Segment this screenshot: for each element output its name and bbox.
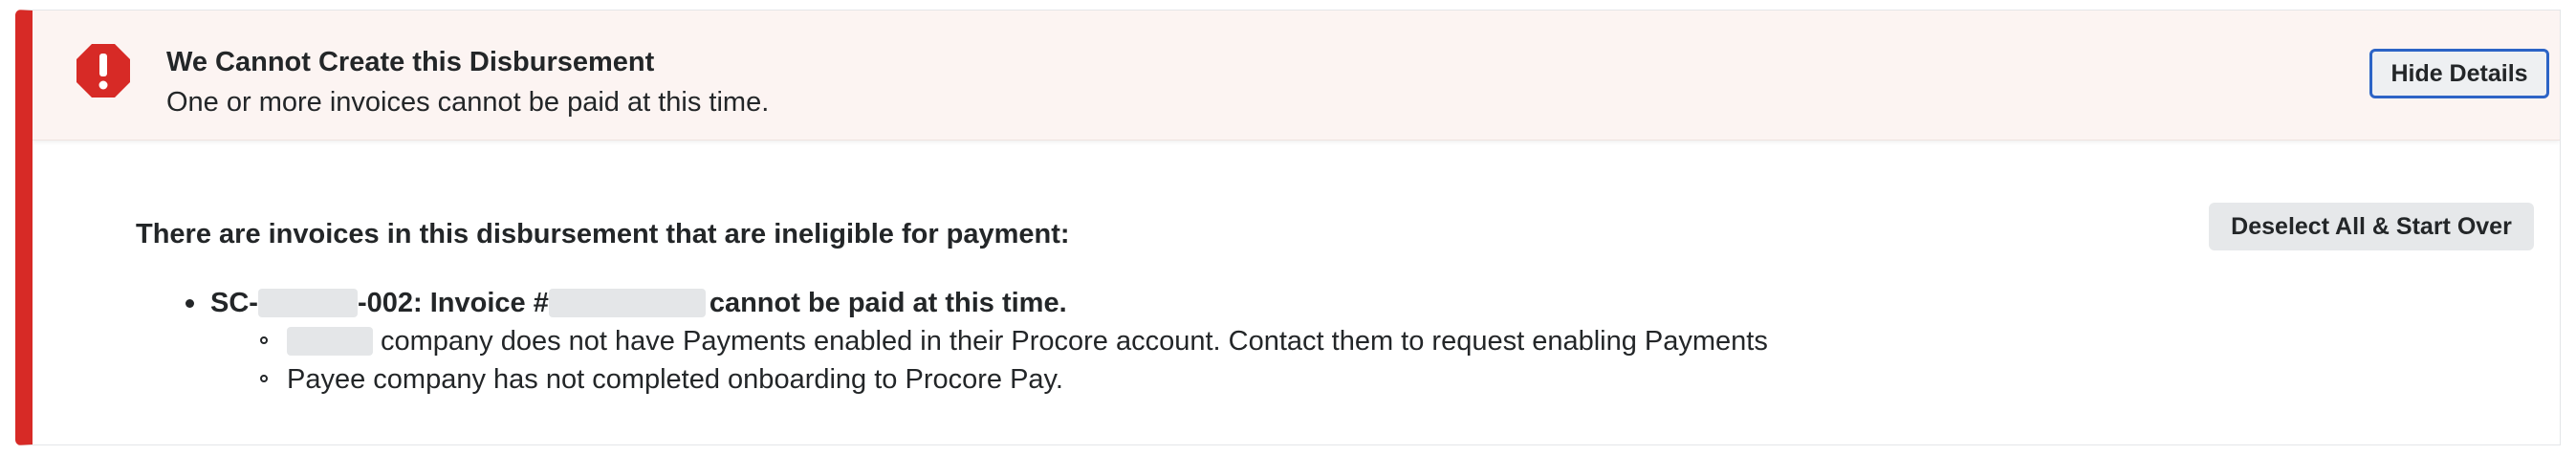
bullet-icon (186, 299, 194, 308)
invoice-middle: -002: Invoice # (357, 288, 549, 318)
banner-title: We Cannot Create this Disbursement (166, 47, 655, 77)
deselect-all-button[interactable]: Deselect All & Start Over (2209, 203, 2534, 250)
invoice-line: SC- -002: Invoice # cannot be paid at th… (210, 284, 2560, 322)
redacted-block (257, 289, 358, 317)
ineligible-heading: There are invoices in this disbursement … (136, 219, 1070, 249)
invoice-suffix: cannot be paid at this time. (709, 288, 1067, 318)
circle-bullet-icon (260, 375, 268, 382)
banner-header: We Cannot Create this Disbursement One o… (33, 11, 2560, 141)
reason-text: Payee company has not completed onboardi… (287, 364, 1063, 395)
invoice-list: SC- -002: Invoice # cannot be paid at th… (33, 284, 2560, 399)
error-octagon-icon (76, 44, 130, 98)
redacted-block (548, 289, 706, 317)
reason-list: company does not have Payments enabled i… (210, 322, 2560, 399)
error-banner: We Cannot Create this Disbursement One o… (15, 10, 2561, 445)
banner-subtitle: One or more invoices cannot be paid at t… (166, 87, 770, 118)
hide-details-button[interactable]: Hide Details (2369, 49, 2549, 98)
list-item: company does not have Payments enabled i… (260, 322, 2560, 360)
circle-bullet-icon (260, 336, 268, 344)
list-item: SC- -002: Invoice # cannot be paid at th… (33, 284, 2560, 399)
invoice-prefix: SC- (210, 288, 258, 318)
list-item: Payee company has not completed onboardi… (260, 360, 2560, 399)
redacted-block (287, 327, 373, 356)
reason-text: company does not have Payments enabled i… (381, 326, 1768, 357)
